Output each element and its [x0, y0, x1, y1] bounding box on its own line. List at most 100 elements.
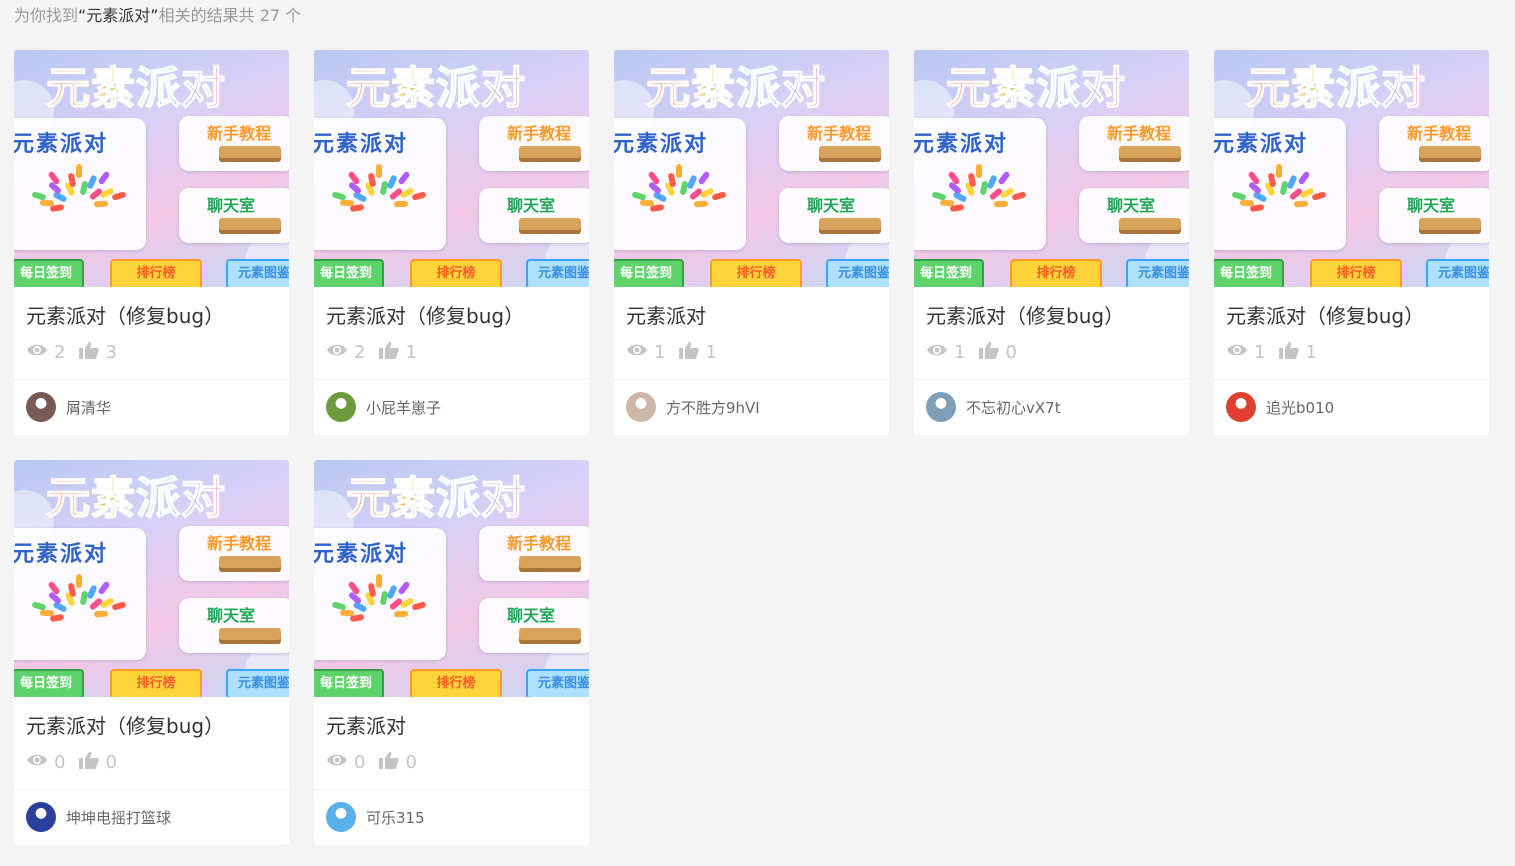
table-icon [219, 146, 281, 158]
thumbs-up-icon[interactable] [79, 751, 105, 774]
thumbnail-tutorial-label: 新手教程 [507, 534, 572, 553]
thumbnail-signin-chip: 每日签到 [314, 669, 384, 697]
card-author[interactable]: 追光b010 [1226, 392, 1334, 422]
card-divider [614, 379, 889, 380]
thumbs-up-icon[interactable] [379, 341, 405, 364]
confetti-decoration [676, 164, 682, 178]
thumbnail-ranking-chip: 排行榜 [410, 669, 502, 697]
landscape-avatar[interactable] [926, 392, 956, 422]
thumbs-up-icon[interactable] [79, 341, 105, 364]
view-count-value: 2 [54, 341, 66, 363]
confetti-decoration [39, 199, 55, 207]
card-title[interactable]: 元素派对（修复bug） [326, 300, 524, 329]
card-title[interactable]: 元素派对（修复bug） [26, 300, 224, 329]
card-thumbnail[interactable]: 元素派对 元素派对 新手教程 聊天室 每日签到 排行榜 元素图鉴 [1214, 50, 1489, 287]
thumbs-up-icon[interactable] [679, 341, 705, 364]
like-count[interactable]: 0 [79, 751, 117, 774]
thumbnail-ranking-chip: 排行榜 [1310, 259, 1402, 287]
card-title[interactable]: 元素派对（修复bug） [926, 300, 1124, 329]
table-icon [819, 218, 881, 230]
thumbnail-signin-chip: 每日签到 [614, 259, 684, 287]
thumbnail-big-title: 元素派对 [45, 462, 226, 526]
table-icon [819, 146, 881, 158]
view-count: 0 [26, 752, 65, 773]
confetti-decoration [339, 609, 355, 617]
like-count[interactable]: 3 [79, 341, 117, 364]
like-count-value: 1 [405, 341, 417, 363]
card-thumbnail[interactable]: 元素派对 元素派对 新手教程 聊天室 每日签到 排行榜 元素图鉴 [14, 460, 289, 697]
card-author[interactable]: 小屁羊崽子 [326, 392, 441, 422]
card-thumbnail[interactable]: 元素派对 元素派对 新手教程 聊天室 每日签到 排行榜 元素图鉴 [314, 460, 589, 697]
like-count-value: 3 [105, 341, 117, 363]
result-card[interactable]: 元素派对 元素派对 新手教程 聊天室 每日签到 排行榜 元素图鉴 元素派对（修复… [914, 50, 1189, 435]
author-name[interactable]: 方不胜方9hVI [666, 397, 760, 418]
card-thumbnail[interactable]: 元素派对 元素派对 新手教程 聊天室 每日签到 排行榜 元素图鉴 [314, 50, 589, 287]
result-card[interactable]: 元素派对 元素派对 新手教程 聊天室 每日签到 排行榜 元素图鉴 元素派对（修复… [1214, 50, 1489, 435]
author-name[interactable]: 可乐315 [366, 807, 425, 828]
result-card[interactable]: 元素派对 元素派对 新手教程 聊天室 每日签到 排行榜 元素图鉴 元素派对 0 [314, 460, 589, 845]
card-author[interactable]: 可乐315 [326, 802, 425, 832]
like-count[interactable]: 1 [379, 341, 417, 364]
thumbnail-panel-title: 元素派对 [914, 132, 1009, 157]
card-thumbnail[interactable]: 元素派对 元素派对 新手教程 聊天室 每日签到 排行榜 元素图鉴 [914, 50, 1189, 287]
ultraman-avatar[interactable] [26, 392, 56, 422]
thumbnail-panel-title: 元素派对 [14, 542, 109, 567]
table-icon [519, 556, 581, 568]
author-name[interactable]: 坤坤电摇打篮球 [66, 807, 171, 828]
like-count-value: 0 [405, 751, 417, 773]
thumbs-up-icon[interactable] [979, 341, 1005, 364]
card-divider [1214, 379, 1489, 380]
table-icon [1119, 146, 1181, 158]
card-thumbnail[interactable]: 元素派对 元素派对 新手教程 聊天室 每日签到 排行榜 元素图鉴 [614, 50, 889, 287]
thumbnail-big-title: 元素派对 [645, 52, 826, 116]
author-name[interactable]: 小屁羊崽子 [366, 397, 441, 418]
like-count[interactable]: 0 [979, 341, 1017, 364]
thumbs-up-icon[interactable] [1279, 341, 1305, 364]
result-card[interactable]: 元素派对 元素派对 新手教程 聊天室 每日签到 排行榜 元素图鉴 元素派对 1 [614, 50, 889, 435]
author-name[interactable]: 不忘初心vX7t [966, 397, 1061, 418]
confetti-decoration [976, 164, 982, 178]
like-count[interactable]: 0 [379, 751, 417, 774]
card-title[interactable]: 元素派对 [626, 300, 706, 329]
thumbnail-tutorial-panel: 新手教程 [179, 526, 289, 581]
bird-avatar[interactable] [326, 802, 356, 832]
thumbs-up-icon[interactable] [379, 751, 405, 774]
paper-avatar[interactable] [626, 392, 656, 422]
mushroom-avatar[interactable] [1226, 392, 1256, 422]
card-title[interactable]: 元素派对（修复bug） [26, 710, 224, 739]
eye-icon [326, 342, 354, 363]
thumbnail-ranking-chip: 排行榜 [110, 669, 202, 697]
thumbnail-ranking-chip: 排行榜 [110, 259, 202, 287]
like-count[interactable]: 1 [679, 341, 717, 364]
card-author[interactable]: 坤坤电摇打篮球 [26, 802, 171, 832]
card-stats: 1 1 [626, 340, 731, 364]
card-author[interactable]: 不忘初心vX7t [926, 392, 1061, 422]
thumbnail-big-title: 元素派对 [1245, 52, 1426, 116]
author-name[interactable]: 追光b010 [1266, 397, 1334, 418]
card-stats: 1 1 [1226, 340, 1331, 364]
like-count[interactable]: 1 [1279, 341, 1317, 364]
table-icon [219, 556, 281, 568]
card-divider [314, 789, 589, 790]
card-thumbnail[interactable]: 元素派对 元素派对 新手教程 聊天室 每日签到 排行榜 元素图鉴 [14, 50, 289, 287]
summary-prefix: 为你找到 [14, 6, 79, 25]
view-count-value: 2 [354, 341, 366, 363]
confetti-decoration [393, 200, 409, 208]
table-icon [219, 218, 281, 230]
thumbnail-tutorial-panel: 新手教程 [179, 116, 289, 171]
result-card[interactable]: 元素派对 元素派对 新手教程 聊天室 每日签到 排行榜 元素图鉴 元素派对（修复… [14, 50, 289, 435]
view-count: 1 [926, 342, 965, 363]
thumbnail-big-title: 元素派对 [345, 52, 526, 116]
card-title[interactable]: 元素派对（修复bug） [1226, 300, 1424, 329]
eye-icon [326, 752, 354, 773]
thumbnail-panel-title: 元素派对 [614, 132, 709, 157]
sheep-avatar[interactable] [326, 392, 356, 422]
card-title[interactable]: 元素派对 [326, 710, 406, 739]
card-author[interactable]: 屑清华 [26, 392, 111, 422]
cartoon-avatar[interactable] [26, 802, 56, 832]
author-name[interactable]: 屑清华 [66, 397, 111, 418]
result-card[interactable]: 元素派对 元素派对 新手教程 聊天室 每日签到 排行榜 元素图鉴 元素派对（修复… [14, 460, 289, 845]
card-author[interactable]: 方不胜方9hVI [626, 392, 760, 422]
result-card[interactable]: 元素派对 元素派对 新手教程 聊天室 每日签到 排行榜 元素图鉴 元素派对（修复… [314, 50, 589, 435]
view-count-value: 1 [1254, 341, 1266, 363]
